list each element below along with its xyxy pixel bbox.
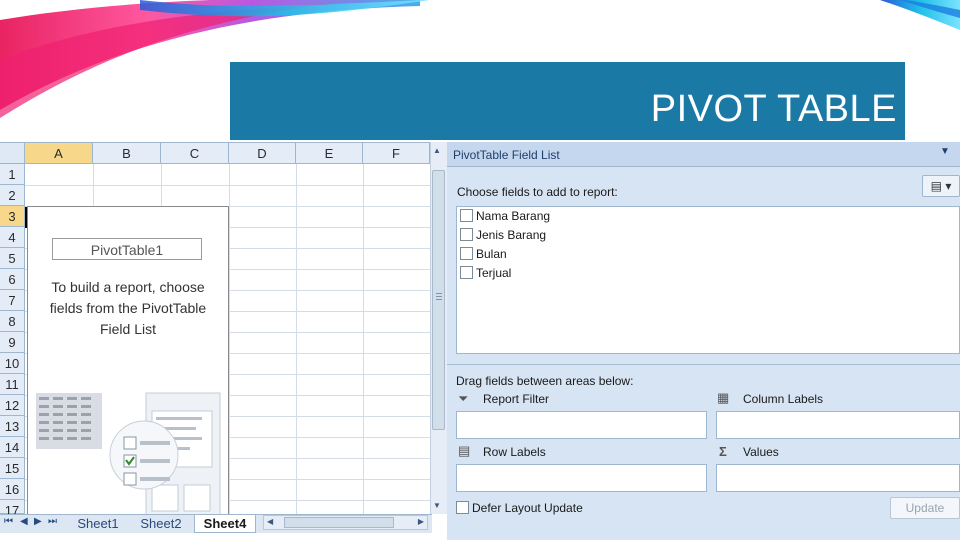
pivot-table-name: PivotTable1	[52, 238, 202, 260]
panel-menu-chevron-icon[interactable]: ▼	[940, 146, 950, 157]
pivot-table-placeholder[interactable]: PivotTable1 To build a report, choose fi…	[27, 206, 229, 516]
field-checkbox[interactable]	[460, 228, 473, 241]
field-checkbox-list: Nama Barang Jenis Barang Bulan Terjual	[456, 206, 960, 354]
tab-sheet2[interactable]: Sheet2	[130, 515, 192, 533]
values-label: Values	[743, 445, 779, 459]
panel-divider	[447, 364, 960, 365]
field-checkbox[interactable]	[460, 247, 473, 260]
slide-title: PIVOT TABLE	[650, 88, 897, 130]
field-label: Nama Barang	[476, 209, 551, 223]
grip-line	[436, 293, 442, 294]
field-label: Bulan	[476, 247, 507, 261]
column-header-c[interactable]: C	[161, 143, 229, 164]
horizontal-scrollbar[interactable]: ◀ ▶	[263, 515, 428, 530]
select-all-corner[interactable]	[0, 143, 25, 164]
horizontal-scroll-thumb[interactable]	[284, 517, 394, 528]
defer-checkbox[interactable]	[456, 501, 469, 514]
row-header-3[interactable]: 3	[0, 206, 25, 227]
gridline	[229, 164, 230, 515]
row-labels-icon: ▤	[458, 443, 471, 458]
scroll-left-icon[interactable]: ◀	[267, 517, 273, 526]
defer-layout-update[interactable]: Defer Layout Update	[456, 501, 583, 515]
update-button[interactable]: Update	[890, 497, 960, 519]
column-labels-drop-area[interactable]	[716, 411, 960, 439]
scroll-right-icon[interactable]: ▶	[418, 517, 424, 526]
spreadsheet-grid[interactable]: A B C D E F 1 2 3 4 5 6 7 8 9 10 11 12 1…	[0, 142, 432, 541]
prev-sheet-icon[interactable]: ◀	[20, 516, 28, 527]
field-item-bulan[interactable]: Bulan	[460, 245, 507, 263]
tab-sheet4[interactable]: Sheet4	[194, 515, 256, 533]
choose-fields-label: Choose fields to add to report:	[457, 185, 618, 199]
column-header-d[interactable]: D	[229, 143, 296, 164]
row-header-12[interactable]: 12	[0, 395, 25, 416]
first-sheet-icon[interactable]: ⏮	[4, 516, 13, 527]
row-header-11[interactable]: 11	[0, 374, 25, 395]
row-header-14[interactable]: 14	[0, 437, 25, 458]
grip-line	[436, 296, 442, 297]
row-header-1[interactable]: 1	[0, 164, 25, 185]
vertical-scroll-thumb[interactable]	[432, 170, 445, 430]
gridline	[296, 164, 297, 515]
row-header-8[interactable]: 8	[0, 311, 25, 332]
field-item-jenis-barang[interactable]: Jenis Barang	[460, 226, 546, 244]
row-header-16[interactable]: 16	[0, 479, 25, 500]
row-header-4[interactable]: 4	[0, 227, 25, 248]
row-header-9[interactable]: 9	[0, 332, 25, 353]
gridline	[25, 185, 430, 186]
row-header-5[interactable]: 5	[0, 248, 25, 269]
field-checkbox[interactable]	[460, 266, 473, 279]
row-header-15[interactable]: 15	[0, 458, 25, 479]
layout-options-button[interactable]: ▤ ▾	[922, 175, 960, 197]
row-header-13[interactable]: 13	[0, 416, 25, 437]
column-header-a[interactable]: A	[25, 143, 93, 164]
row-header-17[interactable]: 17	[0, 500, 25, 518]
row-labels-label: Row Labels	[483, 445, 546, 459]
title-banner: PIVOT TABLE	[230, 62, 905, 140]
row-labels-drop-area[interactable]	[456, 464, 707, 492]
next-sheet-icon[interactable]: ▶	[34, 516, 42, 527]
report-filter-label: Report Filter	[483, 392, 550, 406]
gridline	[363, 164, 364, 515]
field-item-nama-barang[interactable]: Nama Barang	[460, 207, 550, 225]
field-checkbox[interactable]	[460, 209, 473, 222]
row-header-10[interactable]: 10	[0, 353, 25, 374]
row-header-2[interactable]: 2	[0, 185, 25, 206]
column-labels-label: Column Labels	[743, 392, 824, 406]
scroll-up-icon[interactable]: ▲	[433, 146, 441, 155]
scroll-down-icon[interactable]: ▼	[433, 501, 441, 510]
report-filter-drop-area[interactable]	[456, 411, 707, 439]
field-list-title: PivotTable Field List	[453, 148, 560, 162]
defer-label: Defer Layout Update	[472, 501, 583, 515]
row-header-7[interactable]: 7	[0, 290, 25, 311]
field-label: Terjual	[476, 266, 512, 280]
sigma-icon: Σ	[719, 444, 727, 459]
pivot-help-text: To build a report, choose fields from th…	[49, 279, 207, 337]
pivot-illustration	[36, 392, 221, 516]
field-item-terjual[interactable]: Terjual	[460, 264, 511, 282]
grip-line	[436, 299, 442, 300]
last-sheet-icon[interactable]: ⏭	[48, 516, 57, 527]
tab-sheet1[interactable]: Sheet1	[68, 515, 128, 533]
pivot-field-list-panel: PivotTable Field List ▼ Choose fields to…	[447, 142, 960, 540]
row-header-6[interactable]: 6	[0, 269, 25, 290]
filter-icon: ⏷	[458, 391, 469, 406]
column-labels-icon: ▦	[717, 390, 730, 405]
drag-fields-label: Drag fields between areas below:	[456, 374, 634, 388]
column-header-e[interactable]: E	[296, 143, 363, 164]
values-drop-area[interactable]	[716, 464, 960, 492]
column-header-f[interactable]: F	[363, 143, 430, 164]
field-label: Jenis Barang	[476, 228, 547, 242]
column-header-b[interactable]: B	[93, 143, 161, 164]
